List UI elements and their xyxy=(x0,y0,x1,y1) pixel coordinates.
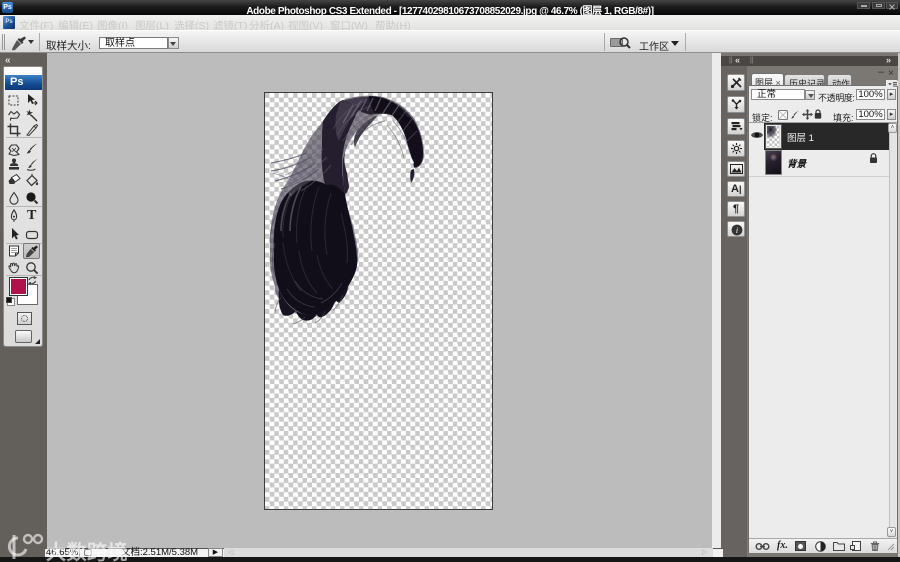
svg-text:i: i xyxy=(736,226,738,235)
